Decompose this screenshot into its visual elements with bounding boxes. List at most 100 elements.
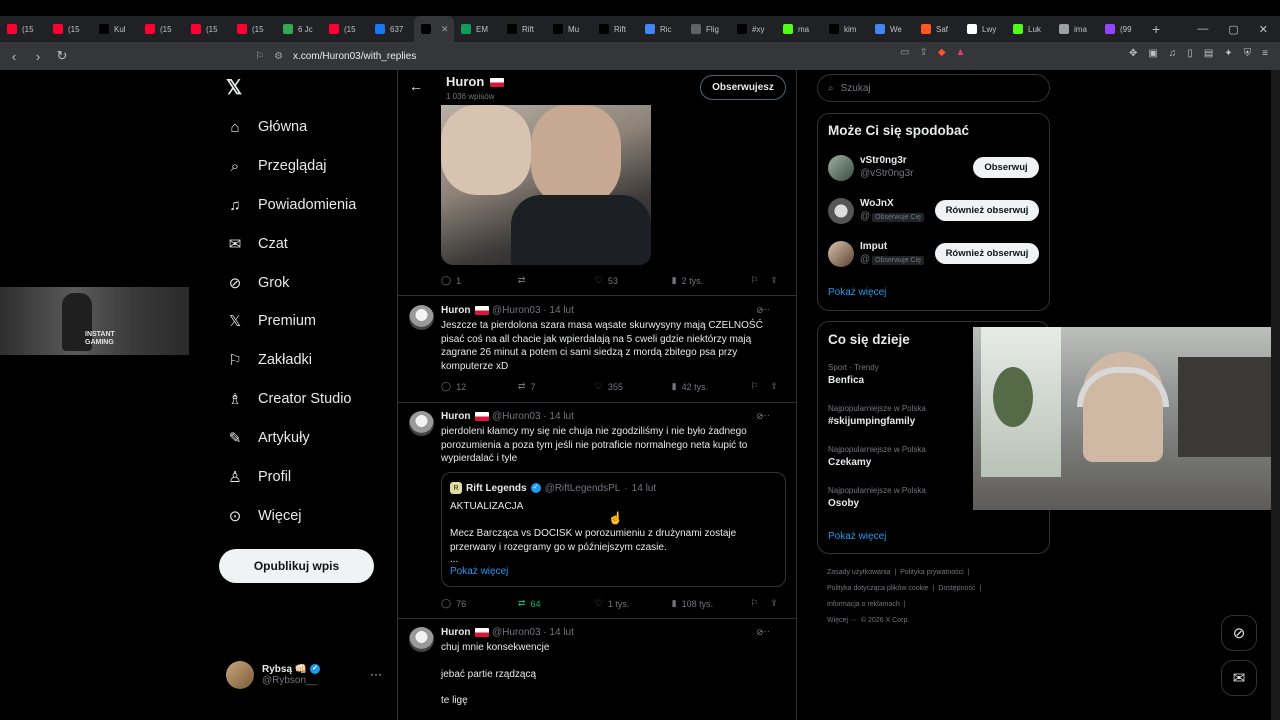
browser-tab[interactable]: (15 bbox=[184, 16, 230, 42]
browser-tab[interactable]: 6 Jc bbox=[276, 16, 322, 42]
browser-tab[interactable]: We bbox=[868, 16, 914, 42]
share-button[interactable]: ⇪ bbox=[770, 598, 786, 609]
views-button[interactable]: ▮ 2 tys. bbox=[672, 275, 751, 286]
views-button[interactable]: ▮ 108 tys. bbox=[672, 598, 751, 609]
music-icon[interactable]: ♫ bbox=[1169, 48, 1177, 59]
wallet-icon[interactable]: ▤ bbox=[1204, 48, 1213, 59]
repost-button[interactable]: ⇄ bbox=[518, 275, 595, 286]
minimize-icon[interactable]: — bbox=[1197, 23, 1208, 36]
browser-tab[interactable]: Flig bbox=[684, 16, 730, 42]
browser-tab[interactable]: (15 bbox=[230, 16, 276, 42]
browser-tab[interactable]: Rift bbox=[500, 16, 546, 42]
like-button[interactable]: ♡ 1 tys. bbox=[595, 598, 672, 609]
more-dots-icon[interactable]: ··· bbox=[370, 667, 382, 681]
tweet[interactable]: Huron @Huron03 · 14 lut ⊘ ··· pierdoleni… bbox=[398, 403, 796, 618]
browser-tab[interactable]: Saf bbox=[914, 16, 960, 42]
puzzle-icon[interactable]: ✥ bbox=[1129, 48, 1137, 59]
follow-button[interactable]: Obserwuj bbox=[973, 157, 1039, 178]
trend-item[interactable]: Najpopularniejsze w Polska Osoby bbox=[828, 486, 926, 509]
vpn-icon[interactable]: ⛨ bbox=[1244, 48, 1252, 59]
avatar[interactable] bbox=[409, 627, 434, 652]
avatar[interactable] bbox=[409, 411, 434, 436]
bookmark-icon[interactable]: ⚐ bbox=[255, 51, 264, 62]
leo-icon[interactable]: ✦ bbox=[1224, 48, 1232, 59]
tweet[interactable]: Huron @Huron03 · 14 lut ⊘ ··· chuj mnie … bbox=[398, 619, 796, 720]
grok-fab-icon[interactable]: ⊘ bbox=[1221, 615, 1257, 651]
share-icon[interactable]: ⇪ bbox=[919, 47, 927, 58]
reply-button[interactable]: ◯ 12 bbox=[441, 381, 518, 392]
post-photo[interactable] bbox=[441, 105, 651, 265]
like-button[interactable]: ♡ 355 bbox=[595, 381, 672, 392]
footer-link[interactable]: Polityka dotycząca plików cookie bbox=[827, 585, 929, 592]
nav-item[interactable]: ✎ Artykuły bbox=[226, 429, 310, 447]
account-switcher[interactable]: Rybsą 👊🏻 ✓ @Rybson__ bbox=[226, 660, 386, 690]
browser-tab[interactable]: (15 bbox=[138, 16, 184, 42]
like-button[interactable]: ♡ 53 bbox=[595, 275, 672, 286]
follow-back-button[interactable]: Również obserwuj bbox=[935, 200, 1039, 221]
trend-item[interactable]: Najpopularniejsze w Polska #skijumpingfa… bbox=[828, 404, 926, 427]
browser-tab[interactable]: Luk bbox=[1006, 16, 1052, 42]
tweet[interactable]: Huron @Huron03 · 14 lut ⊘ ··· Jeszcze ta… bbox=[398, 296, 796, 402]
show-more-link[interactable]: Pokaż więcej bbox=[828, 531, 886, 542]
suggestion-row[interactable]: vStr0ng3r @vStr0ng3r Obserwuj bbox=[828, 153, 1041, 183]
close-window-icon[interactable]: ✕ bbox=[1259, 23, 1268, 36]
more-dots-icon[interactable]: ··· bbox=[760, 626, 770, 637]
quoted-tweet[interactable]: R Rift Legends ✓ @RiftLegendsPL · 14 lut… bbox=[441, 472, 786, 587]
address-bar[interactable]: ⚐ ⚙ x.com/Huron03/with_replies bbox=[245, 45, 990, 67]
timeline[interactable]: ← Huron 1 036 wpisów Obserwujesz ◯ 1 ⇄ ♡ 5… bbox=[397, 70, 797, 720]
show-more-link[interactable]: Pokaż więcej bbox=[450, 566, 508, 577]
nav-item[interactable]: ♙ Profil bbox=[226, 468, 291, 486]
new-tab-icon[interactable]: + bbox=[1144, 21, 1168, 37]
browser-tab[interactable]: Mu bbox=[546, 16, 592, 42]
nav-item[interactable]: ♫ Powiadomienia bbox=[226, 196, 356, 214]
browser-tab[interactable]: ma bbox=[776, 16, 822, 42]
nav-item[interactable]: ⚐ Zakładki bbox=[226, 351, 312, 369]
brave-shield-icon[interactable]: ◆ bbox=[938, 47, 946, 58]
back-icon[interactable]: ‹ bbox=[4, 49, 24, 64]
reply-button[interactable]: ◯ 1 bbox=[441, 275, 518, 286]
trend-item[interactable]: Najpopularniejsze w Polska Czekamy bbox=[828, 445, 926, 468]
avatar[interactable] bbox=[828, 241, 854, 267]
repost-button[interactable]: ⇄ 7 bbox=[518, 381, 595, 392]
following-button[interactable]: Obserwujesz bbox=[700, 75, 786, 100]
show-more-link[interactable]: Pokaż więcej bbox=[828, 287, 886, 298]
suggestion-row[interactable]: Imput @ Obserwuje Cię Również obserwuj bbox=[828, 239, 1041, 269]
browser-tab[interactable]: (15 bbox=[322, 16, 368, 42]
more-dots-icon[interactable]: ··· bbox=[760, 304, 770, 315]
sidebar-icon[interactable]: ▯ bbox=[1187, 48, 1193, 59]
back-arrow-icon[interactable]: ← bbox=[409, 78, 423, 94]
trend-item[interactable]: Sport · Trendy Benfica bbox=[828, 363, 879, 386]
screenshot-icon[interactable]: ▣ bbox=[1148, 48, 1157, 59]
nav-item[interactable]: ⊘ Grok bbox=[226, 274, 290, 292]
browser-tab[interactable]: (15 bbox=[0, 16, 46, 42]
reload-icon[interactable]: ↻ bbox=[52, 48, 72, 64]
browser-tab[interactable]: ima bbox=[1052, 16, 1098, 42]
more-dots-icon[interactable]: ··· bbox=[760, 410, 770, 421]
browser-tab[interactable]: Rift bbox=[592, 16, 638, 42]
browser-tab[interactable]: Lwy bbox=[960, 16, 1006, 42]
footer-link[interactable]: Więcej ··· bbox=[827, 617, 857, 624]
x-logo-icon[interactable]: 𝕏 bbox=[226, 78, 246, 98]
publish-button[interactable]: Opublikuj wpis bbox=[219, 549, 374, 583]
bookmark-button[interactable]: ⚐ bbox=[751, 381, 771, 392]
browser-tab[interactable]: Ric bbox=[638, 16, 684, 42]
nav-item[interactable]: ⌕ Przeglądaj bbox=[226, 157, 327, 175]
avatar[interactable] bbox=[409, 305, 434, 330]
browser-tab[interactable]: #xy bbox=[730, 16, 776, 42]
nav-item[interactable]: 𝕏 Premium bbox=[226, 312, 316, 330]
avatar[interactable] bbox=[828, 155, 854, 181]
suggestion-row[interactable]: WoJnX @ Obserwuje Cię Również obserwuj bbox=[828, 196, 1041, 226]
reply-button[interactable]: ◯ 76 bbox=[441, 598, 518, 609]
footer-link[interactable]: Informacja o reklamach bbox=[827, 601, 900, 608]
nav-item[interactable]: ✉ Czat bbox=[226, 235, 288, 253]
views-button[interactable]: ▮ 42 tys. bbox=[672, 381, 751, 392]
share-button[interactable]: ⇪ bbox=[770, 381, 786, 392]
repost-button[interactable]: ⇄ 64 bbox=[518, 598, 595, 609]
avatar[interactable] bbox=[828, 198, 854, 224]
footer-link[interactable]: Zasady użytkowania bbox=[827, 569, 890, 576]
bookmark-button[interactable]: ⚐ bbox=[751, 598, 771, 609]
maximize-icon[interactable]: ▢ bbox=[1228, 23, 1238, 36]
footer-link[interactable]: © 2026 X Corp. bbox=[861, 617, 909, 624]
nav-item[interactable]: ♗ Creator Studio bbox=[226, 390, 351, 408]
browser-tab[interactable]: Kul bbox=[92, 16, 138, 42]
